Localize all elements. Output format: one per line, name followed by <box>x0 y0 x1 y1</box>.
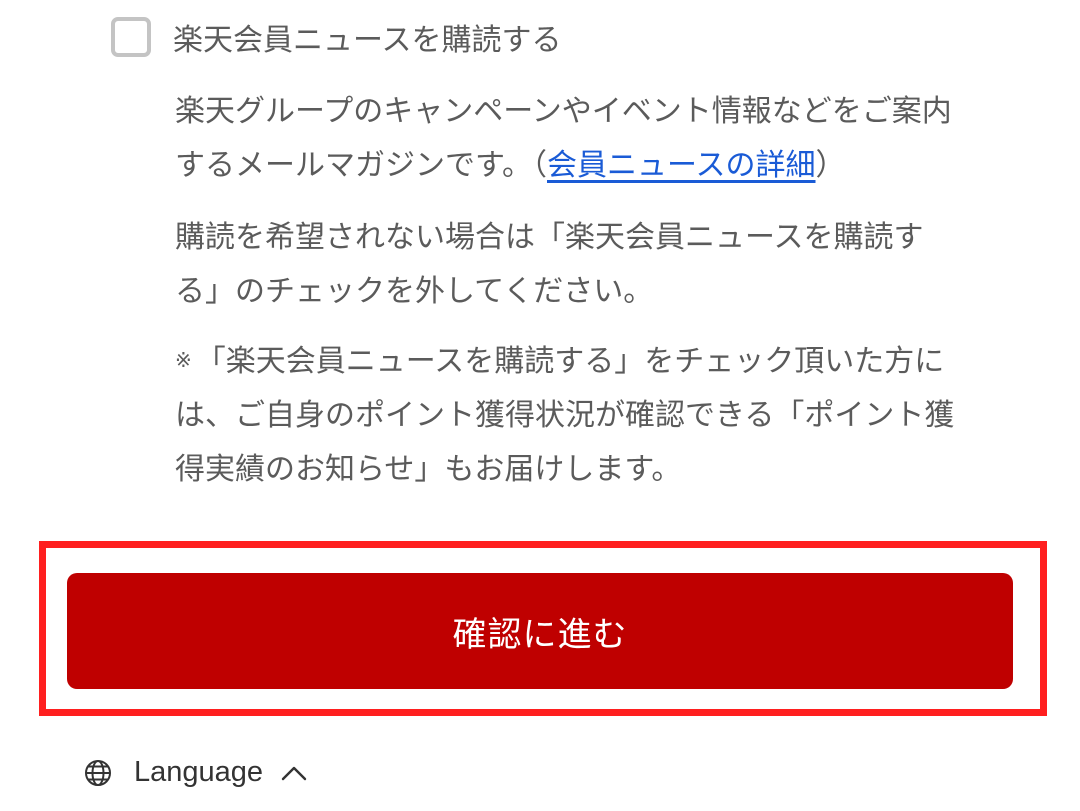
point-notice-line-1-text: 「楽天会員ニュースを購読する」をチェック頂いた方に <box>195 344 945 379</box>
note-mark: ※ <box>175 348 192 372</box>
chevron-up-icon <box>281 765 307 781</box>
unsubscribe-instruction-line-2: る」のチェックを外してください。 <box>175 274 654 309</box>
newsletter-description-line-2: するメールマガジンです。（会員ニュースの詳細） <box>175 139 1045 193</box>
news-subscription-label[interactable]: 楽天会員ニュースを購読する <box>173 15 562 59</box>
member-news-details-link[interactable]: 会員ニュースの詳細 <box>547 148 816 183</box>
point-notice-line-2: は、ご自身のポイント獲得状況が確認できる「ポイント獲 <box>175 398 955 433</box>
news-subscription-row[interactable]: 楽天会員ニュースを購読する <box>111 15 562 59</box>
point-notice: ※ 「楽天会員ニュースを購読する」をチェック頂いた方に は、ご自身のポイント獲得状… <box>175 333 1045 497</box>
newsletter-description-line-1: 楽天グループのキャンペーンやイベント情報などをご案内 <box>175 94 952 129</box>
newsletter-description-prefix: するメールマガジンです。（ <box>175 148 547 183</box>
confirm-button[interactable]: 確認に進む <box>67 573 1013 689</box>
language-selector[interactable]: Language <box>84 756 307 789</box>
newsletter-description-suffix: ） <box>815 148 846 183</box>
language-label: Language <box>134 756 264 788</box>
globe-icon <box>84 759 112 787</box>
newsletter-description: 楽天グループのキャンペーンやイベント情報などをご案内 するメールマガジンです。（… <box>175 85 1045 193</box>
unsubscribe-instruction: 購読を希望されない場合は「楽天会員ニュースを購読す る」のチェックを外してくださ… <box>175 211 1045 319</box>
page: 楽天会員ニュースを購読する 楽天グループのキャンペーンやイベント情報などをご案内… <box>0 0 1080 811</box>
point-notice-line-1: ※ 「楽天会員ニュースを購読する」をチェック頂いた方に <box>175 333 1045 389</box>
point-notice-line-3: 得実績のお知らせ」もお届けします。 <box>175 452 682 487</box>
unsubscribe-instruction-line-1: 購読を希望されない場合は「楽天会員ニュースを購読す <box>175 220 924 255</box>
news-subscription-checkbox[interactable] <box>111 17 151 57</box>
